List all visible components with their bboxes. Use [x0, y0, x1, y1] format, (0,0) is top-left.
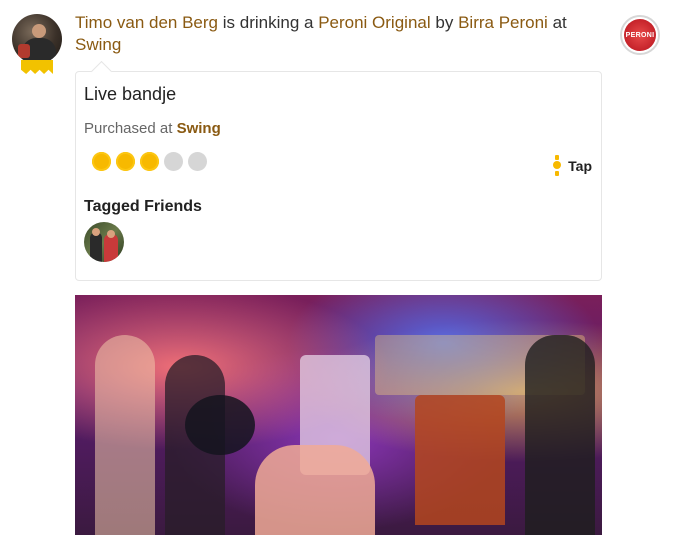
verb-text: is drinking a	[222, 13, 314, 32]
purchased-venue-link[interactable]: Swing	[177, 120, 221, 137]
photo-person	[525, 335, 595, 535]
by-text: by	[435, 13, 454, 32]
checkin-comment: Live bandje	[84, 84, 177, 104]
rating-dot-empty	[188, 152, 207, 171]
photo-shape	[185, 395, 255, 455]
purchased-label: Purchased at	[84, 120, 173, 137]
user-avatar-block[interactable]	[12, 14, 62, 76]
rating-dot-empty	[164, 152, 183, 171]
tagged-friend-avatar[interactable]	[84, 222, 124, 262]
rating-dot-filled	[92, 152, 111, 171]
photo-hand	[255, 445, 375, 535]
brewery-logo-inner: PERONI	[624, 19, 656, 51]
user-name-link[interactable]: Timo van den Berg	[75, 13, 218, 32]
purchased-at: Purchased at Swing	[84, 120, 221, 137]
avatar[interactable]	[12, 14, 62, 64]
tap-icon	[552, 155, 562, 177]
serving-style: Tap	[552, 155, 592, 177]
brewery-name-link[interactable]: Birra Peroni	[458, 13, 548, 32]
venue-name-link[interactable]: Swing	[75, 35, 121, 54]
badge-ribbon-icon	[21, 60, 53, 74]
photo-person	[95, 335, 155, 535]
rating-dot-filled	[116, 152, 135, 171]
photo-bar	[415, 395, 505, 525]
checkin-card: Live bandje Purchased at Swing Tap Tagge…	[75, 71, 602, 281]
serving-label: Tap	[568, 158, 592, 174]
beer-name-link[interactable]: Peroni Original	[318, 13, 430, 32]
brewery-logo-text: PERONI	[625, 31, 655, 39]
at-text: at	[552, 13, 567, 32]
rating	[92, 152, 207, 171]
avatar-head	[32, 24, 46, 38]
brewery-logo[interactable]: PERONI	[620, 15, 660, 55]
checkin-headline: Timo van den Berg is drinking a Peroni O…	[75, 12, 605, 56]
checkin-photo[interactable]	[75, 295, 602, 535]
rating-dot-filled	[140, 152, 159, 171]
tagged-friends-title: Tagged Friends	[84, 198, 202, 215]
avatar-accent	[18, 44, 30, 58]
